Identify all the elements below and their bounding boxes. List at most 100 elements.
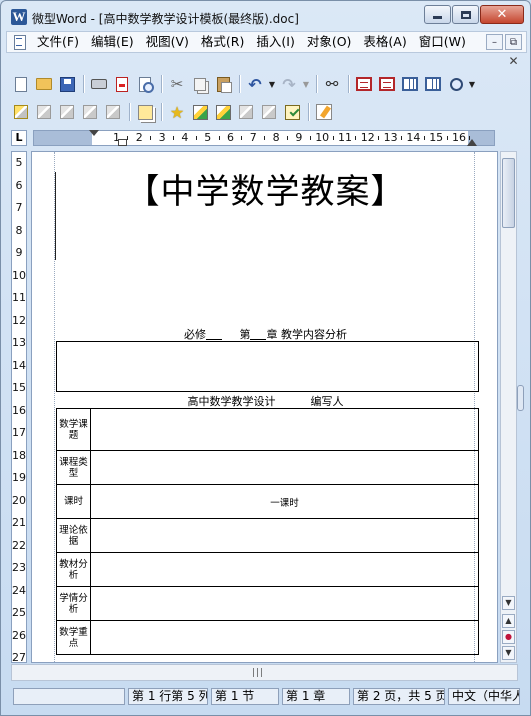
horizontal-ruler[interactable]: 1 2 3 4 5 6 7 8 9 10 11 12 13 14 15 16 [33, 130, 495, 146]
document-canvas[interactable]: 【中学数学教案】 必修 第 章 教学内容分析 高中数学教学设计 编写人 数学课题 … [31, 151, 498, 663]
content-analysis-box[interactable] [56, 341, 479, 392]
print-preview-button[interactable] [134, 73, 156, 95]
copy-button[interactable] [189, 73, 211, 95]
next-page-button[interactable]: ▼ [502, 646, 515, 660]
table-value-cell[interactable]: 一课时 [90, 484, 479, 519]
table-value-cell[interactable] [90, 450, 479, 485]
favorite-button[interactable]: ★ [166, 101, 188, 123]
vertical-scroll-thumb[interactable] [502, 158, 515, 228]
table-label-cell[interactable]: 数学课题 [56, 408, 91, 451]
table-label-cell[interactable]: 课程类型 [56, 450, 91, 485]
menu-edit[interactable]: 编辑(E) [85, 32, 140, 52]
edit-mode-button[interactable] [313, 101, 335, 123]
table-value-cell[interactable] [90, 408, 479, 451]
pen-tool-3-button[interactable] [56, 101, 78, 123]
horizontal-scrollbar[interactable]: ||| [11, 664, 518, 681]
open-button[interactable] [33, 73, 55, 95]
ruler-tick [241, 136, 243, 140]
new-document-button[interactable] [10, 73, 32, 95]
menu-format[interactable]: 格式(R) [195, 32, 250, 52]
scroll-down-button[interactable]: ▼ [502, 596, 515, 610]
undo-icon: ↶ [248, 74, 262, 94]
maximize-button[interactable] [452, 5, 479, 24]
table-style-button[interactable] [376, 73, 398, 95]
split-handle[interactable] [517, 385, 524, 411]
browse-object-button[interactable]: ● [502, 630, 515, 644]
multi-page-button[interactable] [134, 101, 156, 123]
pen-icon [60, 105, 74, 119]
zoom-button[interactable] [445, 73, 467, 95]
title-bar: W 微型Word - [高中数学教学设计模板(最终版).doc] ✕ [1, 1, 530, 31]
word-app-icon[interactable]: W [11, 9, 27, 25]
content-heading[interactable]: 必修 第 章 教学内容分析 [32, 326, 497, 342]
document-title[interactable]: 【中学数学教案】 [32, 170, 497, 214]
menu-object[interactable]: 对象(O) [301, 32, 358, 52]
single-column-button[interactable] [399, 73, 421, 95]
table-row: 数学课题 [56, 408, 479, 451]
marker-button[interactable] [189, 101, 211, 123]
document-icon[interactable] [11, 34, 29, 50]
previous-page-button[interactable]: ▲ [502, 614, 515, 628]
status-language[interactable]: 中文（中华人 [448, 687, 520, 705]
doc-minimize-button[interactable]: – [486, 34, 503, 50]
toolbar-separator [308, 103, 309, 121]
table-label-cell[interactable]: 学情分析 [56, 586, 91, 621]
redo-dropdown[interactable]: ▼ [301, 73, 311, 95]
design-heading[interactable]: 高中数学教学设计 编写人 [32, 393, 497, 409]
multi-page-icon [137, 104, 153, 120]
table-value-cell[interactable] [90, 586, 479, 621]
table-label-cell[interactable]: 课时 [56, 484, 91, 519]
pen-tool-2-button[interactable] [33, 101, 55, 123]
close-button[interactable]: ✕ [480, 5, 524, 24]
highlight-button[interactable] [10, 101, 32, 123]
minimize-button[interactable] [424, 5, 451, 24]
menu-insert[interactable]: 插入(I) [250, 32, 300, 52]
vertical-scrollbar[interactable]: ▼ ▲ ● ▼ [500, 151, 517, 663]
zoom-dropdown[interactable]: ▼ [468, 73, 478, 95]
left-indent-marker[interactable] [118, 139, 127, 146]
print-button[interactable] [88, 73, 110, 95]
menu-view[interactable]: 视图(V) [140, 32, 195, 52]
check-button[interactable] [281, 101, 303, 123]
table-value-cell[interactable] [90, 620, 479, 655]
doc-restore-button[interactable]: ⧉ [505, 34, 522, 50]
menu-file[interactable]: 文件(F) [31, 32, 85, 52]
first-line-indent-marker[interactable] [89, 130, 99, 136]
export-pdf-button[interactable] [111, 73, 133, 95]
ruler-number: 12 [360, 131, 375, 144]
menu-table[interactable]: 表格(A) [357, 32, 412, 52]
pen-tool-4-button[interactable] [79, 101, 101, 123]
right-indent-marker[interactable] [467, 139, 477, 146]
table-label-cell[interactable]: 教材分析 [56, 552, 91, 587]
minimize-icon: – [492, 36, 497, 48]
marker-2-button[interactable] [212, 101, 234, 123]
table-label-cell[interactable]: 数学重点 [56, 620, 91, 655]
cut-button[interactable]: ✂ [166, 73, 188, 95]
save-button[interactable] [56, 73, 78, 95]
ruler-number: 10 [315, 131, 330, 144]
eraser-button[interactable] [235, 101, 257, 123]
columns-icon [425, 77, 441, 91]
paste-button[interactable] [212, 73, 234, 95]
undo-button[interactable]: ↶ [244, 73, 266, 95]
pen-tool-5-button[interactable] [102, 101, 124, 123]
table-row: 课程类型 [56, 450, 479, 485]
undo-dropdown[interactable]: ▼ [267, 73, 277, 95]
columns-button[interactable] [422, 73, 444, 95]
toolbar-separator [161, 103, 162, 121]
table-label-cell[interactable]: 理论依据 [56, 518, 91, 553]
table-value-cell[interactable] [90, 518, 479, 553]
table-value-cell[interactable] [90, 552, 479, 587]
toolbar-separator [316, 75, 317, 93]
insert-table-button[interactable] [353, 73, 375, 95]
find-button[interactable]: ⚯ [321, 73, 343, 95]
toolbar-close-button[interactable]: ✕ [505, 54, 522, 69]
redo-button[interactable]: ↷ [278, 73, 300, 95]
toolbar-separator [348, 75, 349, 93]
tab-stop-selector[interactable]: L [11, 130, 27, 146]
table-style-icon [379, 77, 395, 91]
menu-window[interactable]: 窗口(W) [413, 32, 472, 52]
vertical-ruler[interactable]: 5 6 7 8 9 10 11 12 13 14 15 16 17 18 19 20 21 22 23 24 25 26 2… [11, 151, 27, 663]
eraser-2-button[interactable] [258, 101, 280, 123]
status-bar: 第 1 行第 5 列 第 1 节 第 1 章 第 2 页，共 5 页 中文（中华… [1, 685, 530, 707]
